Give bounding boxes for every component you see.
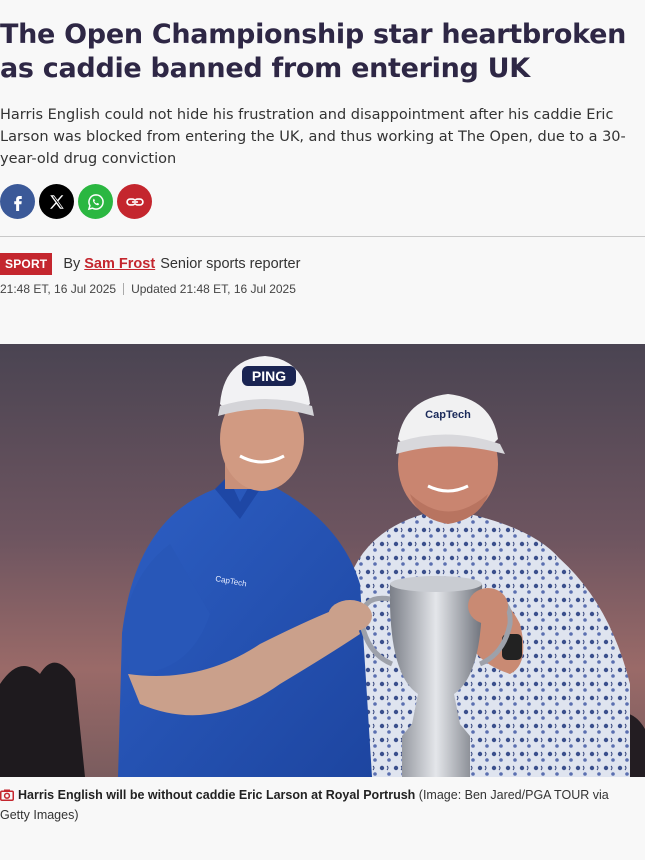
timestamp-separator: [123, 283, 125, 295]
share-x-button[interactable]: [39, 184, 74, 219]
left-cap-logo: PING: [252, 368, 286, 384]
header-divider: [0, 236, 645, 237]
photo-illustration: CapTech CapTech PING: [0, 344, 645, 777]
article-standfirst: Harris English could not hide his frustr…: [0, 107, 626, 167]
share-whatsapp-button[interactable]: [78, 184, 113, 219]
right-cap-logo: CapTech: [425, 409, 471, 421]
article-photo[interactable]: CapTech CapTech PING: [0, 344, 645, 777]
share-bar: [0, 184, 152, 219]
facebook-icon: [13, 195, 22, 211]
share-facebook-button[interactable]: [0, 184, 35, 219]
x-icon: [49, 194, 64, 209]
author-role: Senior sports reporter: [160, 256, 301, 272]
published-time: 21:48 ET, 16 Jul 2025: [0, 282, 117, 296]
author-link[interactable]: Sam Frost: [84, 256, 155, 272]
article-headline: The Open Championship star heartbroken a…: [0, 19, 627, 84]
timestamps: 21:48 ET, 16 Jul 2025 Updated 21:48 ET, …: [0, 282, 296, 296]
byline: SPORT By Sam Frost Senior sports reporte…: [0, 253, 300, 275]
photo-caption: Harris English will be without caddie Er…: [0, 786, 640, 824]
updated-time: Updated 21:48 ET, 16 Jul 2025: [131, 282, 296, 296]
camera-icon: [0, 788, 14, 806]
byline-prefix: By: [63, 256, 81, 272]
share-link-button[interactable]: [117, 184, 152, 219]
article-page: The Open Championship star heartbroken a…: [0, 0, 645, 860]
link-icon: [125, 197, 144, 206]
section-badge[interactable]: SPORT: [0, 253, 53, 275]
whatsapp-icon: [87, 193, 104, 210]
caption-text: Harris English will be without caddie Er…: [18, 788, 416, 802]
